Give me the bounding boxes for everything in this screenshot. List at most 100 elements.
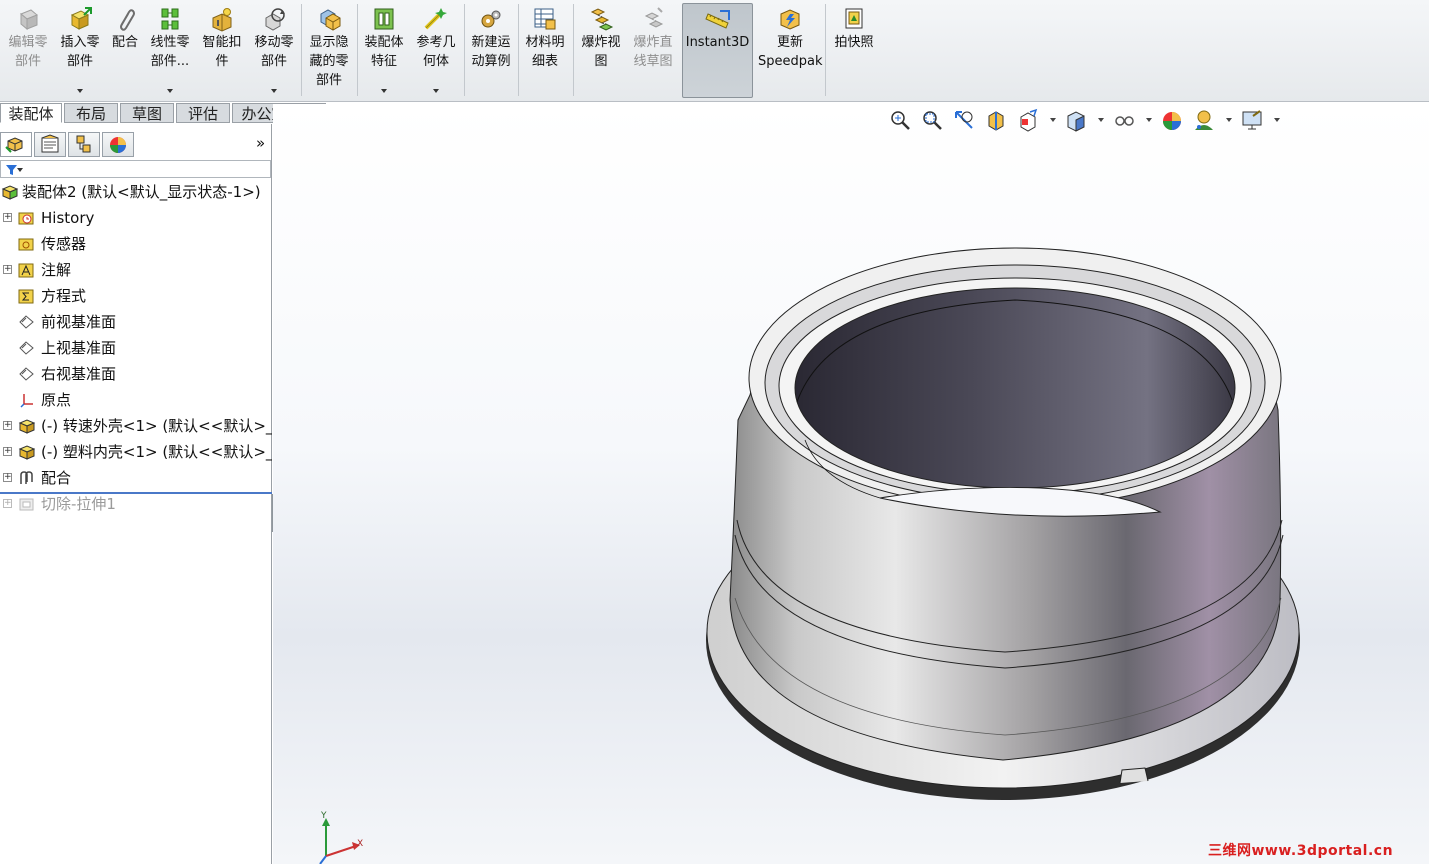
part-icon [18,445,35,460]
tree-item-front-plane[interactable]: 前视基准面 [0,311,272,333]
display-style-icon[interactable] [1064,108,1088,134]
tree-item-part-plastic-inner-shell[interactable]: + (-) 塑料内壳<1> (默认<<默认>_显 [0,441,272,463]
show-hidden-icon [316,6,342,32]
chevron-down-icon[interactable] [271,89,277,93]
chevron-down-icon[interactable] [77,89,83,93]
chevron-down-icon[interactable] [1226,118,1232,122]
chevron-down-icon[interactable] [433,89,439,93]
chevron-down-icon[interactable] [1146,118,1152,122]
bill-of-materials-button[interactable]: 材料明 细表 [521,4,569,98]
edit-component-button[interactable]: 编辑零 部件 [4,4,52,98]
take-snapshot-icon [841,6,867,32]
apply-scene-icon[interactable] [1192,108,1216,134]
take-snapshot-button[interactable]: 拍快照 [828,4,880,98]
show-hidden-components-button[interactable]: 显示隐 藏的零 部件 [304,4,354,98]
cut-extrude-icon [19,498,34,511]
exploded-view-icon [588,6,614,32]
plane-icon [19,315,34,329]
explode-line-sketch-icon [640,6,666,32]
property-manager-tab[interactable] [34,132,66,157]
instant3d-toggle[interactable]: Instant3D [682,3,753,98]
equations-icon [18,289,34,304]
chevron-down-icon[interactable] [1098,118,1104,122]
previous-view-icon[interactable] [952,108,976,134]
expand-toggle[interactable]: + [3,421,12,430]
toolbar-separator [464,4,465,96]
expand-toggle[interactable]: + [3,265,12,274]
graphics-area[interactable] [273,104,1429,864]
expand-toggle[interactable]: + [3,447,12,456]
explode-line-sketch-button[interactable]: 爆炸直 线草图 [629,4,677,98]
panel-tabs: » [0,132,272,158]
configuration-manager-tab[interactable] [68,132,100,157]
property-manager-tab-icon [41,134,59,153]
linear-pattern-button[interactable]: 线性零 部件... [146,4,194,98]
assembly-features-button[interactable]: 装配体 特征 [360,4,408,98]
annotations-icon [18,263,34,278]
insert-component-button[interactable]: 插入零 部件 [56,4,104,98]
view-orientation-icon[interactable] [1016,108,1040,134]
assembly-features-icon [371,6,397,32]
sensors-icon [18,238,34,251]
tree-item-right-plane[interactable]: 右视基准面 [0,363,272,385]
toolbar-separator [573,4,574,96]
toolbar-separator [518,4,519,96]
zoom-to-fit-icon[interactable] [888,108,912,134]
section-view-icon[interactable] [984,108,1008,134]
tab-evaluate[interactable]: 评估 [176,103,230,123]
new-motion-study-button[interactable]: 新建运 动算例 [467,4,515,98]
tree-item-mates[interactable]: + 配合 [0,467,272,489]
update-speedpak-button[interactable]: 更新 Speedpak [758,4,823,98]
bill-of-materials-icon [532,6,558,32]
linear-pattern-icon [157,6,183,32]
zoom-to-area-icon[interactable] [920,108,944,134]
tree-item-top-plane[interactable]: 上视基准面 [0,337,272,359]
smart-fasteners-icon [209,6,235,32]
reference-geometry-button[interactable]: 参考几 何体 [412,4,460,98]
tab-sketch[interactable]: 草图 [120,103,174,123]
tree-item-cut-extrude[interactable]: + 切除-拉伸1 [0,493,272,515]
expand-toggle[interactable]: + [3,213,12,222]
watermark-text: 三维网www.3dportal.cn [1208,843,1394,859]
tree-root-assembly[interactable]: 装配体2 (默认<默认_显示状态-1>) [0,181,272,203]
triad-x-label: X [357,839,364,849]
chevron-down-icon[interactable] [1274,118,1280,122]
rollback-bar[interactable] [0,492,272,494]
expand-panel-button[interactable]: » [256,134,265,152]
tree-item-equations[interactable]: 方程式 [0,285,272,307]
chevron-down-icon[interactable] [167,89,173,93]
smart-fasteners-button[interactable]: 智能扣 件 [198,4,246,98]
tree-item-origin[interactable]: 原点 [0,389,272,411]
feature-manager-tab[interactable] [0,132,32,157]
tree-filter-bar[interactable] [0,160,271,178]
expand-toggle[interactable]: + [3,473,12,482]
instant3d-icon [704,6,731,32]
display-manager-tab[interactable] [102,132,134,157]
chevron-down-icon [17,168,23,172]
mate-button[interactable]: 配合 [106,4,144,98]
view-settings-icon[interactable] [1240,108,1264,134]
tree-item-annotations[interactable]: + 注解 [0,259,272,281]
chevron-down-icon[interactable] [381,89,387,93]
edit-appearance-icon[interactable] [1160,108,1184,134]
insert-component-icon [67,6,93,32]
plane-icon [19,367,34,381]
mates-folder-icon [20,471,33,484]
move-component-button[interactable]: 移动零 部件 [250,4,298,98]
tree-item-sensors[interactable]: 传感器 [0,233,272,255]
tree-item-part-outer-shell[interactable]: + (-) 转速外壳<1> (默认<<默认>_显 [0,415,272,437]
exploded-view-button[interactable]: 爆炸视 图 [576,4,626,98]
display-manager-tab-icon [110,137,126,153]
heads-up-view-toolbar [888,108,1288,136]
configuration-manager-tab-icon [76,135,91,153]
chevron-down-icon[interactable] [1050,118,1056,122]
tab-layout[interactable]: 布局 [64,103,118,123]
tab-assembly[interactable]: 装配体 [0,103,62,123]
history-icon [18,212,34,225]
tree-item-history[interactable]: + History [0,207,272,229]
assembly-icon [1,185,19,200]
toolbar-separator [825,4,826,96]
hide-show-items-icon[interactable] [1112,108,1136,134]
expand-toggle[interactable]: + [3,499,12,508]
toolbar-separator [301,4,302,96]
